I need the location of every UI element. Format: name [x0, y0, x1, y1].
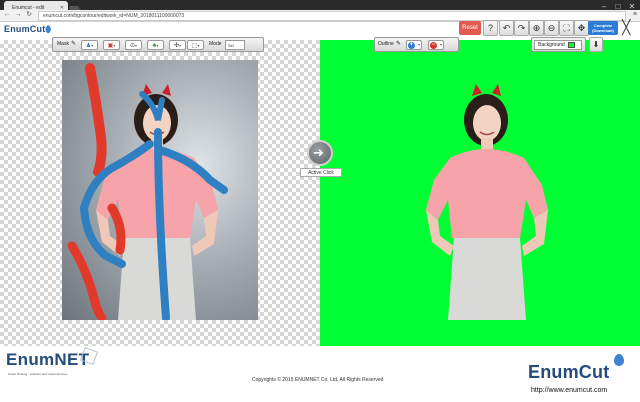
- source-photo-art: [67, 63, 228, 320]
- enumnet-logo: EnumNET: [6, 350, 90, 369]
- pen-icon: ✎: [396, 41, 402, 47]
- brush-size-tool[interactable]: ⊙▾: [125, 40, 142, 50]
- transform-tool[interactable]: ✣▾: [169, 40, 186, 50]
- fit-screen-icon[interactable]: ⛶: [559, 20, 574, 36]
- mode-select[interactable]: Sel: [225, 40, 245, 50]
- brush-icon: ✎: [71, 41, 77, 47]
- zoom-in-icon[interactable]: ⊕: [529, 20, 544, 36]
- selection-tool[interactable]: ⬚▾: [187, 40, 204, 50]
- arrow-right-icon: ➜: [313, 145, 324, 160]
- forward-icon[interactable]: →: [14, 11, 22, 19]
- background-color-swatch[interactable]: [568, 42, 575, 48]
- reset-button[interactable]: Reset: [459, 21, 481, 35]
- cutout-photo-art: [426, 84, 548, 320]
- zoom-out-icon[interactable]: ⊖: [544, 20, 559, 36]
- enumcut-footer-logo: EnumCut: [528, 362, 610, 382]
- website-link[interactable]: http://www.enumcut.com: [531, 387, 607, 394]
- remove-outline-dropdown[interactable]: − ▾: [428, 40, 444, 50]
- source-photo[interactable]: [62, 60, 258, 320]
- foreground-person-tool[interactable]: ♟▾: [81, 40, 98, 50]
- help-icon[interactable]: ?: [483, 20, 498, 36]
- fill-tool[interactable]: ♣▾: [147, 40, 164, 50]
- browser-menu-icon[interactable]: ≡: [633, 11, 637, 18]
- close-editor-icon[interactable]: ╳: [622, 19, 630, 35]
- copyright-text: Copyrights © 2015 ENUMNET Co. Ltd. All R…: [252, 377, 384, 383]
- mode-label: Mode: [209, 41, 222, 47]
- redo-icon[interactable]: ↷: [514, 20, 529, 36]
- mask-toolbar: Mask ✎ ♟▾ ▣▾ ⊙▾ ♣▾ ✣▾ ⬚▾ Mode Sel: [52, 37, 264, 52]
- background-eraser-tool[interactable]: ▣▾: [103, 40, 120, 50]
- complete-download-button[interactable]: Complete (Download): [588, 21, 618, 35]
- active-click-button[interactable]: ➜: [307, 140, 333, 166]
- active-click-label: Active Click: [300, 168, 342, 177]
- outline-label: Outline: [378, 41, 394, 47]
- mask-label: Mask: [57, 41, 69, 47]
- background-toolbar: Background: [531, 37, 586, 52]
- drop-icon: [614, 354, 624, 366]
- download-arrow-icon[interactable]: ⬇: [589, 37, 603, 52]
- outline-toolbar: Outline ✎ + ▾ − ▾: [374, 37, 459, 52]
- back-icon[interactable]: ←: [3, 11, 11, 19]
- enumcut-logo: EnumCut⬮: [4, 24, 52, 34]
- move-icon[interactable]: ✥: [574, 20, 589, 36]
- enumnet-tagline: Smart thinking : software and visual ser…: [8, 372, 68, 376]
- background-select[interactable]: Background: [534, 40, 582, 50]
- reload-icon[interactable]: ↻: [25, 11, 33, 19]
- add-outline-dropdown[interactable]: + ▾: [406, 40, 422, 50]
- cutout-preview-photo: [392, 60, 588, 320]
- undo-icon[interactable]: ↶: [499, 20, 514, 36]
